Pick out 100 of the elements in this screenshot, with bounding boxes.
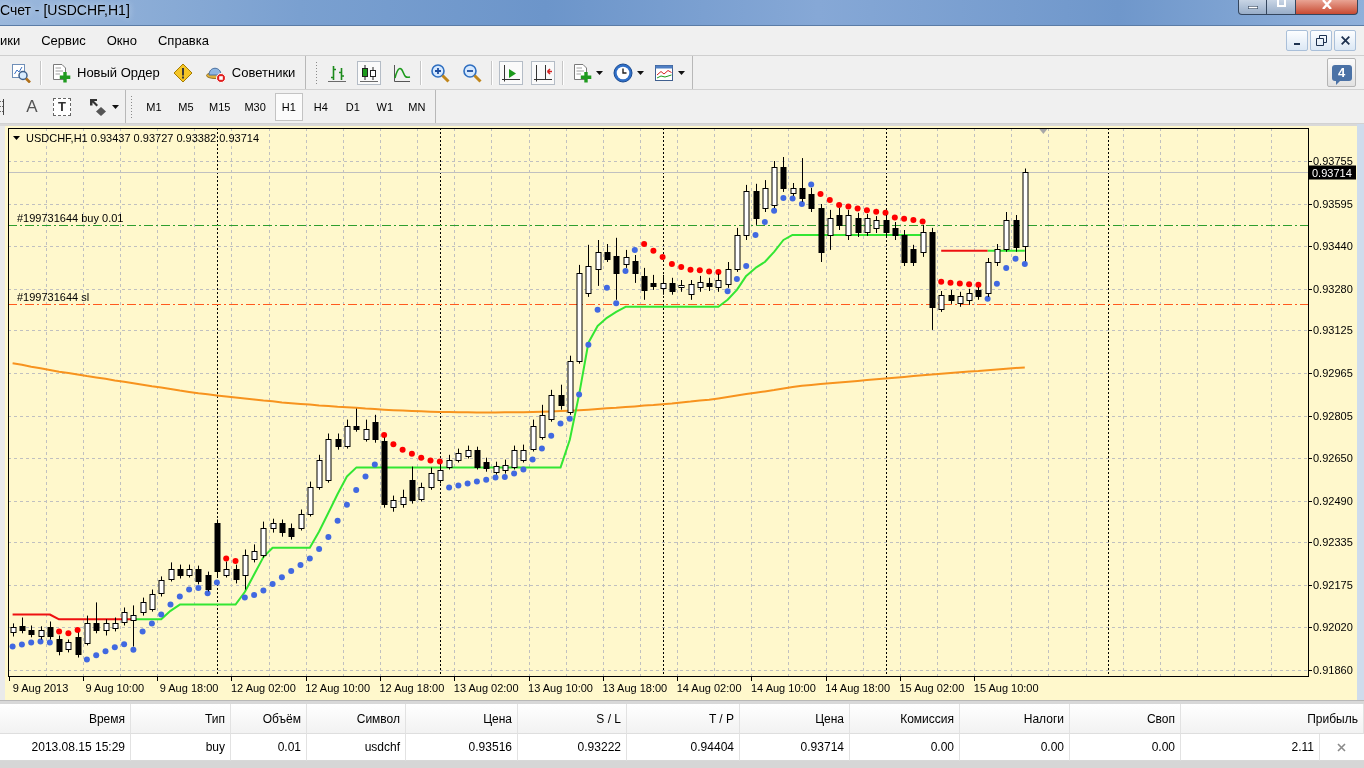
restore-button[interactable] (1310, 30, 1332, 51)
minimize-button[interactable] (1238, 0, 1267, 15)
caret-icon[interactable] (112, 104, 119, 109)
timeframe-button[interactable]: M15 (204, 92, 236, 121)
menu-item[interactable]: Сервис (41, 31, 86, 50)
column-header[interactable]: Символ (307, 704, 406, 734)
dropdown-triangle-icon[interactable] (13, 136, 20, 140)
triangle-marker-icon[interactable] (1039, 129, 1048, 134)
column-header[interactable]: Объём (231, 704, 307, 734)
candle (975, 286, 982, 301)
timeframe-button[interactable]: M30 (239, 92, 271, 121)
indicator-point (696, 267, 703, 274)
clock-icon[interactable] (613, 62, 634, 83)
indicator-point (269, 580, 276, 587)
column-header[interactable]: Комиссия (850, 704, 960, 734)
candle (725, 261, 732, 289)
chart-window-icon[interactable] (654, 62, 675, 83)
indicator-point (195, 584, 202, 591)
timeframe-button[interactable]: M5 (172, 92, 200, 121)
candle (548, 389, 555, 423)
menu-item[interactable]: Окно (106, 31, 137, 50)
minimize-button[interactable] (1286, 30, 1308, 51)
close-icon[interactable] (1337, 742, 1346, 752)
candle (641, 267, 648, 301)
timeframe-button[interactable]: MN (402, 92, 431, 121)
candle (799, 157, 806, 203)
price-axis-label: 0.92490 (1313, 494, 1353, 507)
experts-button[interactable]: Советники (202, 60, 299, 85)
text-label-button[interactable]: T (53, 97, 71, 116)
maximize-button[interactable] (1267, 0, 1296, 15)
indicator-point (668, 260, 675, 267)
zoom-in-icon[interactable] (430, 62, 451, 83)
candle (520, 444, 527, 463)
indicator-point (743, 263, 750, 269)
candle (19, 617, 26, 634)
indicator-point (9, 643, 16, 650)
auto-scroll-button[interactable] (531, 60, 556, 85)
column-header[interactable]: Своп (1070, 704, 1181, 734)
indicator-point (130, 646, 137, 653)
close-button[interactable] (1296, 0, 1358, 15)
indicator-point (659, 253, 666, 260)
new-order-button[interactable]: Новый Ордер (48, 60, 163, 85)
arrow-diamond-icon[interactable] (88, 96, 108, 117)
timeframe-button[interactable]: M1 (140, 92, 168, 121)
indicator-point (343, 501, 350, 508)
zoom-out-icon[interactable] (462, 62, 483, 83)
candle (47, 621, 54, 640)
close-button[interactable] (1334, 30, 1356, 51)
indicator-point (65, 630, 72, 637)
text-tool-button[interactable]: A (20, 94, 44, 119)
caret-icon[interactable] (596, 70, 604, 75)
caret-icon[interactable] (637, 70, 645, 75)
column-header[interactable]: Тип (131, 704, 231, 734)
menu-item[interactable]: ики (0, 31, 21, 50)
indicator-point (353, 486, 360, 493)
candle (604, 243, 611, 263)
indicator-point (371, 461, 378, 468)
candlestick-button[interactable] (357, 60, 382, 85)
indicator-point (93, 652, 100, 659)
column-header[interactable]: Время (0, 704, 131, 734)
indicator-point (529, 456, 536, 463)
indicator-point (733, 275, 740, 282)
column-header[interactable]: T / P (627, 704, 740, 734)
indicator-point (288, 568, 295, 574)
candle (149, 589, 156, 613)
indicator-point (278, 574, 285, 581)
grip-icon[interactable] (130, 94, 133, 119)
dashed-lines-icon[interactable] (0, 96, 6, 117)
candle (84, 615, 91, 646)
column-header[interactable]: Цена (740, 704, 850, 734)
line-chart-icon[interactable] (391, 62, 412, 83)
column-header[interactable]: Цена (406, 704, 518, 734)
messages-button[interactable]: 4 (1327, 58, 1356, 87)
warning-icon[interactable] (172, 62, 193, 83)
column-header[interactable]: Прибыль (1181, 704, 1364, 734)
column-header[interactable]: Налоги (960, 704, 1070, 734)
indicator-point (1012, 255, 1019, 262)
price-axis-label: 0.92650 (1313, 451, 1353, 464)
order-line-label: #199731644 sl (17, 290, 90, 303)
candle (994, 243, 1001, 267)
indicator-point (603, 284, 610, 291)
grip-icon[interactable] (315, 60, 319, 85)
timeframe-button[interactable]: H4 (306, 92, 335, 121)
candle (762, 179, 769, 213)
candle (808, 187, 815, 213)
indicator-point (511, 470, 518, 477)
timeframe-button[interactable]: W1 (370, 92, 399, 121)
candle (493, 461, 500, 476)
indicator-point (251, 591, 258, 598)
timeframe-button[interactable]: H1 (274, 92, 303, 121)
candle (938, 290, 945, 313)
column-header[interactable]: S / L (518, 704, 627, 734)
chart-magnifier-icon[interactable] (11, 62, 31, 83)
menu-item[interactable]: Справка (157, 31, 209, 50)
indicator-point (334, 517, 341, 524)
timeframe-button[interactable]: D1 (338, 92, 367, 121)
candle (260, 521, 267, 559)
chart-shift-button[interactable] (499, 60, 524, 85)
caret-icon[interactable] (678, 70, 686, 75)
document-plus-icon[interactable] (572, 62, 593, 83)
